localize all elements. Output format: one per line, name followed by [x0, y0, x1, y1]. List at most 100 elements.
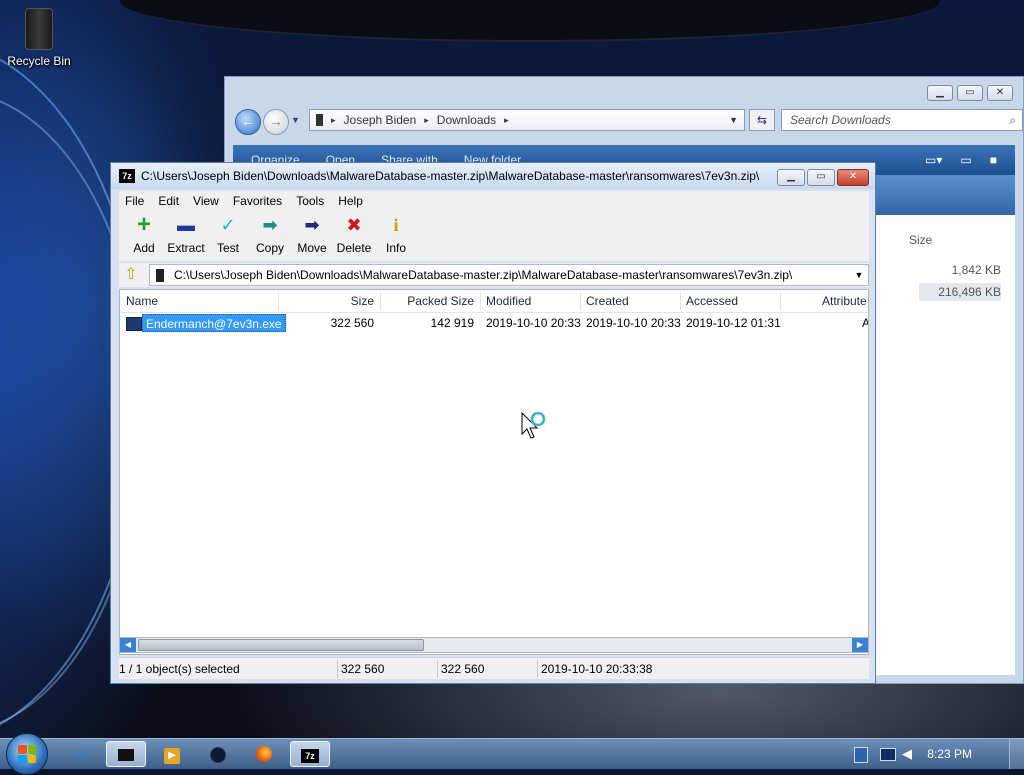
test-button[interactable]: ✓ Test — [207, 211, 249, 261]
menu-help[interactable]: Help — [338, 194, 363, 208]
status-divider — [537, 660, 538, 678]
menu-bar: File Edit View Favorites Tools Help — [119, 191, 869, 211]
flag-tray-icon[interactable] — [854, 747, 868, 763]
tool-label: Info — [385, 241, 406, 255]
status-packed: 322 560 — [441, 662, 485, 676]
file-name[interactable]: Endermanch@7ev3n.exe — [142, 314, 286, 332]
taskbar-app[interactable] — [198, 741, 238, 767]
app-icon — [210, 747, 226, 763]
search-input[interactable]: Search Downloads ⌕ — [781, 109, 1023, 131]
window-title: C:\Users\Joseph Biden\Downloads\MalwareD… — [141, 169, 760, 183]
status-modified: 2019-10-10 20:33:38 — [541, 662, 653, 676]
tool-label: Add — [133, 241, 155, 255]
menu-edit[interactable]: Edit — [158, 194, 179, 208]
extract-button[interactable]: ▬ Extract — [165, 211, 207, 261]
chevron-right-icon: ▸ — [424, 114, 429, 125]
horizontal-scrollbar[interactable]: ◀ ▶ — [119, 637, 869, 653]
help-icon[interactable]: ■ — [990, 153, 997, 167]
column-header-name[interactable]: Name — [126, 294, 158, 308]
table-row[interactable]: Endermanch@7ev3n.exe 322 560 142 919 201… — [120, 314, 868, 332]
column-divider[interactable] — [380, 292, 381, 310]
move-icon: ➡ — [304, 215, 320, 235]
copy-button[interactable]: ➡ Copy — [249, 211, 291, 261]
network-icon[interactable] — [880, 748, 896, 761]
column-divider[interactable] — [580, 292, 581, 310]
view-icon[interactable]: ▭▾ — [925, 153, 942, 167]
recycle-bin-label: Recycle Bin — [7, 54, 71, 68]
file-list[interactable]: Name Size Packed Size Modified Created A… — [119, 289, 869, 655]
scroll-left-button[interactable]: ◀ — [120, 638, 136, 652]
column-header-modified[interactable]: Modified — [486, 294, 531, 308]
menu-file[interactable]: File — [125, 194, 144, 208]
taskbar-app[interactable] — [106, 741, 146, 767]
7zip-app-icon: 7z — [119, 169, 135, 183]
column-divider[interactable] — [480, 292, 481, 310]
toolbar: + Add ▬ Extract ✓ Test ➡ Copy ➡ Move ✖ D… — [119, 211, 869, 261]
minimize-button[interactable]: ▁ — [927, 85, 953, 101]
maximize-button[interactable]: ▭ — [957, 85, 983, 101]
status-selection: 1 / 1 object(s) selected — [119, 662, 240, 676]
column-headers: Name Size Packed Size Modified Created A… — [120, 290, 868, 313]
copy-icon: ➡ — [262, 215, 278, 235]
7zip-window[interactable]: 7z C:\Users\Joseph Biden\Downloads\Malwa… — [110, 162, 876, 684]
scroll-thumb[interactable] — [138, 639, 424, 651]
address-bar: ⇧ C:\Users\Joseph Biden\Downloads\Malwar… — [119, 263, 869, 287]
recent-pages-icon[interactable]: ▼ — [291, 115, 300, 125]
tool-label: Move — [297, 241, 327, 255]
file-packed-size: 142 919 — [430, 316, 474, 330]
chevron-down-icon[interactable]: ▼ — [729, 115, 738, 125]
up-folder-button[interactable]: ⇧ — [121, 265, 141, 285]
move-button[interactable]: ➡ Move — [291, 211, 333, 261]
internet-explorer-icon[interactable]: ℯ — [62, 741, 102, 767]
explorer-address-bar[interactable]: ▸ Joseph Biden ▸ Downloads ▸ ▼ — [309, 109, 745, 131]
minimize-button[interactable]: ▁ — [777, 169, 805, 186]
back-button[interactable]: ← — [235, 109, 261, 135]
column-divider[interactable] — [680, 292, 681, 310]
exe-file-icon — [126, 317, 142, 331]
show-desktop-button[interactable] — [1009, 739, 1024, 769]
file-attributes: A — [862, 316, 868, 330]
file-created: 2019-10-10 20:33 — [586, 316, 681, 330]
taskbar: ℯ ▶ 7z ◀ 8:23 PM — [0, 733, 1024, 775]
terminal-icon — [118, 749, 134, 761]
add-button[interactable]: + Add — [123, 211, 165, 261]
path-combobox[interactable]: C:\Users\Joseph Biden\Downloads\MalwareD… — [149, 264, 869, 286]
taskbar-7zip[interactable]: 7z — [290, 741, 330, 767]
explorer-caption-buttons: ▁ ▭ ✕ — [927, 85, 1013, 101]
column-header-size[interactable]: Size — [280, 294, 374, 308]
menu-view[interactable]: View — [193, 194, 219, 208]
column-header-size[interactable]: Size — [909, 233, 932, 247]
recycle-bin[interactable]: Recycle Bin — [6, 8, 72, 68]
column-header-packed-size[interactable]: Packed Size — [382, 294, 474, 308]
column-divider[interactable] — [278, 292, 279, 310]
media-player-icon[interactable]: ▶ — [152, 741, 192, 767]
info-button[interactable]: i Info — [375, 211, 417, 261]
scroll-right-button[interactable]: ▶ — [852, 638, 868, 652]
forward-button[interactable]: → — [263, 109, 289, 135]
preview-pane-icon[interactable]: ▭ — [960, 153, 971, 167]
column-divider[interactable] — [780, 292, 781, 310]
refresh-button[interactable]: ⇆ — [749, 109, 775, 131]
delete-icon: ✖ — [346, 215, 362, 235]
maximize-button[interactable]: ▭ — [807, 169, 835, 186]
column-header-created[interactable]: Created — [586, 294, 629, 308]
breadcrumb-item[interactable]: Downloads — [437, 113, 496, 127]
breadcrumb-item[interactable]: Joseph Biden — [344, 113, 417, 127]
firefox-icon[interactable] — [244, 741, 284, 767]
start-button[interactable] — [6, 733, 48, 775]
column-header-attributes[interactable]: Attribute — [822, 294, 867, 308]
column-header-accessed[interactable]: Accessed — [686, 294, 738, 308]
file-size: 322 560 — [330, 316, 374, 330]
volume-icon[interactable]: ◀ — [902, 746, 912, 762]
menu-tools[interactable]: Tools — [296, 194, 324, 208]
delete-button[interactable]: ✖ Delete — [333, 211, 375, 261]
close-button[interactable]: ✕ — [837, 169, 869, 186]
file-modified: 2019-10-10 20:33 — [486, 316, 581, 330]
taskbar-clock[interactable]: 8:23 PM — [927, 747, 972, 761]
close-button[interactable]: ✕ — [987, 85, 1013, 101]
title-bar[interactable]: 7z C:\Users\Joseph Biden\Downloads\Malwa… — [111, 163, 875, 189]
menu-favorites[interactable]: Favorites — [233, 194, 282, 208]
chevron-right-icon: ▸ — [504, 114, 509, 125]
chevron-right-icon: ▸ — [331, 114, 336, 125]
chevron-down-icon[interactable]: ▼ — [850, 270, 868, 280]
